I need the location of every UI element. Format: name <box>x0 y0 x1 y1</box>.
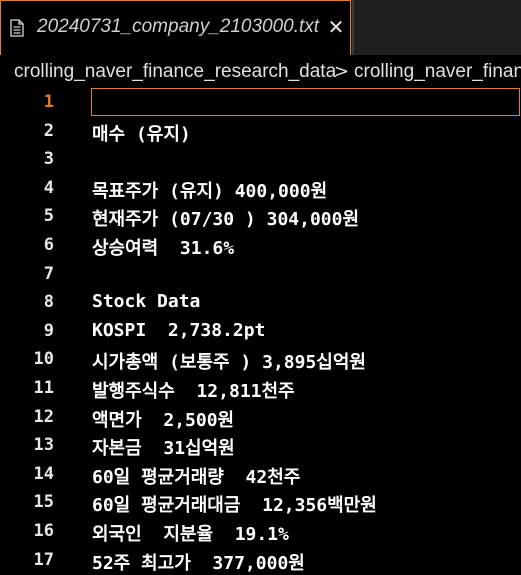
line-text[interactable]: Stock Data <box>92 291 200 312</box>
breadcrumb: crolling_naver_finance_research_data > c… <box>0 55 521 88</box>
tab-divider <box>352 0 354 55</box>
editor-line[interactable]: 14 60일 평균거래량 42천주 <box>0 460 521 488</box>
editor-line[interactable]: 10 시가총액 (보통주 ) 3,895십억원 <box>0 345 521 373</box>
line-text[interactable]: 52주 최고가 377,000원 <box>92 549 305 575</box>
line-text[interactable]: 외국인 지분율 19.1% <box>92 520 289 546</box>
editor-line[interactable]: 5 현재주가 (07/30 ) 304,000원 <box>0 202 521 230</box>
line-text[interactable]: 발행주식수 12,811천주 <box>92 377 295 403</box>
current-line-highlight <box>91 88 520 116</box>
editor-line[interactable]: 17 52주 최고가 377,000원 <box>0 546 521 574</box>
line-text[interactable]: 액면가 2,500원 <box>92 406 234 432</box>
line-text[interactable]: 60일 평균거래대금 12,356백만원 <box>92 491 377 517</box>
editor-line[interactable]: 4 목표주가 (유지) 400,000원 <box>0 174 521 202</box>
editor-line[interactable]: 8 Stock Data <box>0 288 521 316</box>
line-number: 1 <box>43 92 54 112</box>
line-number: 15 <box>33 492 54 512</box>
file-text-icon <box>10 19 24 37</box>
line-number: 5 <box>43 206 54 226</box>
line-text[interactable]: 자본금 31십억원 <box>92 434 235 460</box>
tab-title: 20240731_company_2103000.txt <box>37 16 320 37</box>
breadcrumb-separator: > <box>334 61 350 82</box>
editor-line[interactable]: 6 상승여력 31.6% <box>0 231 521 259</box>
editor-line[interactable]: 2 매수 (유지) <box>0 117 521 145</box>
line-number: 16 <box>33 521 54 541</box>
line-number: 11 <box>33 378 54 398</box>
editor-line[interactable]: 7 <box>0 260 521 288</box>
line-number: 4 <box>43 178 54 198</box>
line-number: 7 <box>43 264 54 284</box>
close-icon[interactable]: ✕ <box>326 17 346 37</box>
line-number: 6 <box>43 235 54 255</box>
line-text[interactable]: 시가총액 (보통주 ) 3,895십억원 <box>92 348 366 374</box>
line-number: 3 <box>43 149 54 169</box>
editor-line[interactable]: 12 액면가 2,500원 <box>0 403 521 431</box>
editor-line[interactable]: 15 60일 평균거래대금 12,356백만원 <box>0 488 521 516</box>
editor-line[interactable]: 11 발행주식수 12,811천주 <box>0 374 521 402</box>
line-text[interactable]: 60일 평균거래량 42천주 <box>92 463 300 489</box>
line-text[interactable]: 매수 (유지) <box>92 120 191 146</box>
tab-bar: 20240731_company_2103000.txt ✕ <box>0 0 521 55</box>
line-number: 2 <box>43 121 54 141</box>
line-number: 12 <box>33 407 54 427</box>
breadcrumb-item-folder[interactable]: crolling_naver_finance_research_data <box>14 61 336 83</box>
breadcrumb-item-file[interactable]: crolling_naver_finan <box>354 61 521 83</box>
editor-line[interactable]: 3 <box>0 145 521 173</box>
line-number: 17 <box>33 550 54 570</box>
line-number: 13 <box>33 435 54 455</box>
line-text[interactable]: 상승여력 31.6% <box>92 234 234 260</box>
text-editor[interactable]: 1 2 매수 (유지) 3 4 목표주가 (유지) 400,000원 5 현재주가 (07/3… <box>0 88 521 574</box>
editor-line[interactable]: 13 자본금 31십억원 <box>0 431 521 459</box>
editor-line[interactable]: 16 외국인 지분율 19.1% <box>0 517 521 545</box>
line-number: 9 <box>43 321 54 341</box>
file-tab[interactable]: 20240731_company_2103000.txt ✕ <box>0 0 351 55</box>
line-text[interactable]: 목표주가 (유지) 400,000원 <box>92 177 327 203</box>
line-number: 14 <box>33 464 54 484</box>
editor-line[interactable]: 1 <box>0 88 521 116</box>
line-text[interactable]: 현재주가 (07/30 ) 304,000원 <box>92 205 359 231</box>
line-number: 10 <box>33 349 54 369</box>
line-number: 8 <box>43 292 54 312</box>
editor-line[interactable]: 9 KOSPI 2,738.2pt <box>0 317 521 345</box>
line-text[interactable]: KOSPI 2,738.2pt <box>92 320 265 341</box>
